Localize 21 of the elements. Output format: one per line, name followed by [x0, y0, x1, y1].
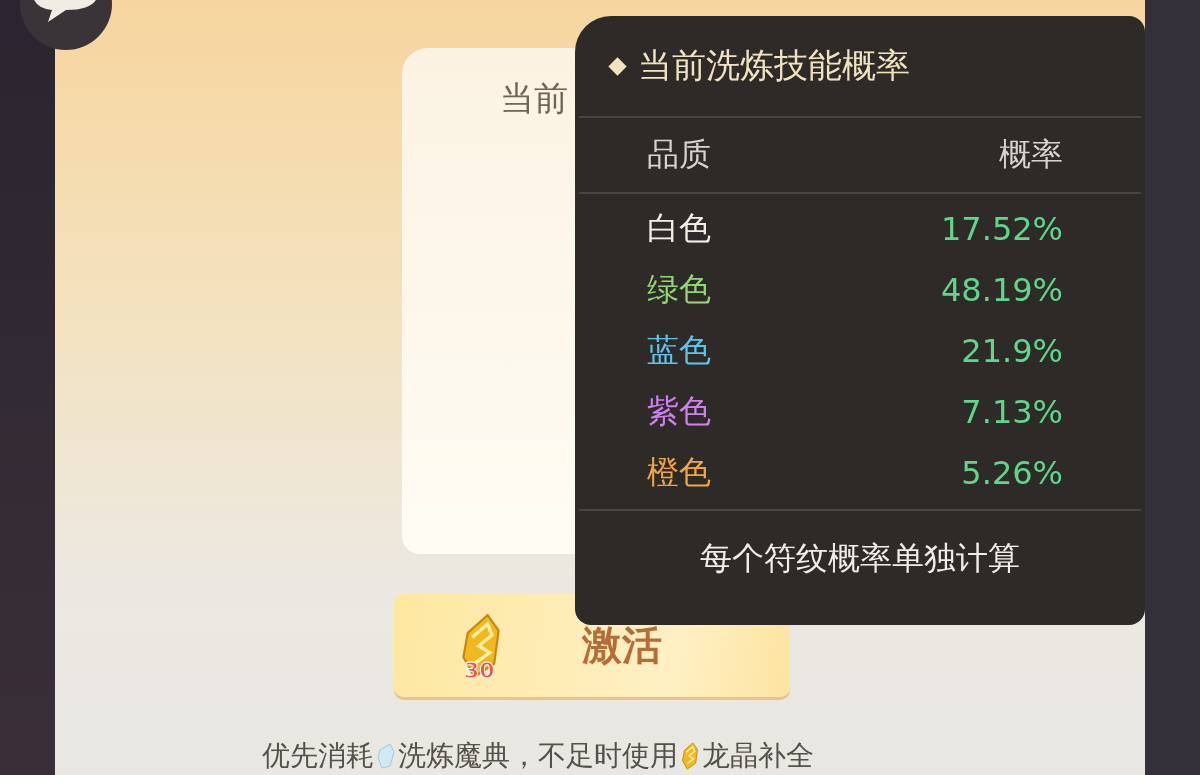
card-title: 当前 [500, 77, 568, 120]
cost-label: 30 [464, 658, 495, 684]
rate-value: 48.19% [941, 270, 1063, 309]
hint-text: 洗炼魔典，不足时使用 [398, 738, 678, 774]
rate-value: 17.52% [941, 209, 1063, 248]
hint-text: 龙晶补全 [702, 738, 814, 774]
crystal-icon [376, 742, 396, 770]
rate-value: 21.9% [961, 331, 1063, 370]
quality-name: 橙色 [647, 451, 711, 493]
rate-value: 5.26% [961, 453, 1063, 492]
rate-value: 7.13% [961, 392, 1063, 431]
quality-name: 紫色 [647, 390, 711, 432]
column-header: 品质 [647, 134, 711, 175]
popup-title: 当前洗炼技能概率 [638, 44, 910, 87]
column-header: 概率 [999, 134, 1063, 175]
quality-name: 蓝色 [647, 329, 711, 371]
quality-name: 绿色 [647, 268, 711, 310]
footer-note: 每个符纹概率单独计算 [700, 538, 1020, 579]
hint-text: 优先消耗 [262, 738, 374, 774]
quality-name: 白色 [647, 207, 711, 249]
crystal-icon [680, 742, 700, 770]
